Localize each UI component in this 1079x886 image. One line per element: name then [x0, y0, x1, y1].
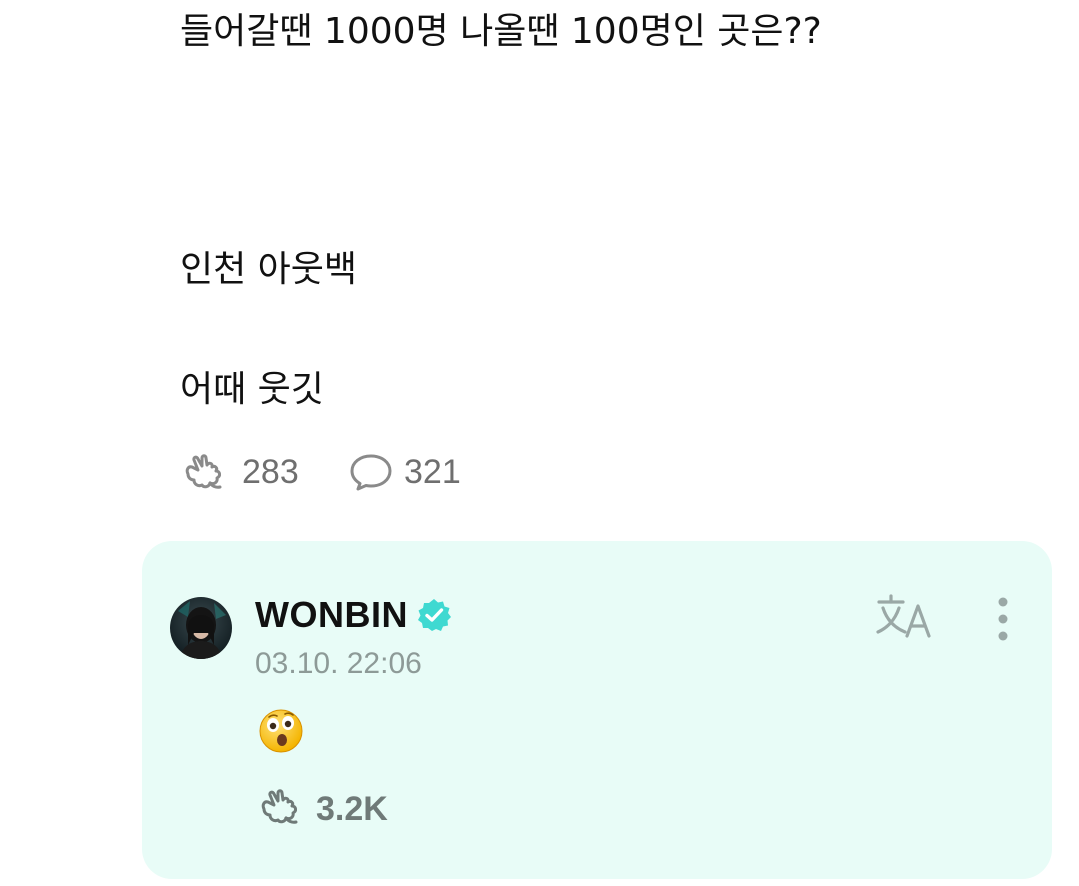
more-options-button[interactable] [990, 597, 1016, 645]
reply-like-count: 3.2K [316, 789, 388, 828]
author-row: WONBIN [255, 593, 454, 637]
comment-bubble-icon [348, 452, 396, 492]
translate-button[interactable] [874, 593, 936, 643]
post-like-button[interactable]: 283 [182, 452, 348, 492]
avatar[interactable] [170, 597, 232, 659]
reply-like-button[interactable]: 3.2K [258, 789, 388, 829]
verified-badge-icon [416, 596, 454, 634]
more-vertical-icon [997, 596, 1009, 646]
reply-timestamp: 03.10. 22:06 [255, 647, 422, 680]
post-stats: 283 321 [182, 452, 461, 492]
like-hand-icon [182, 452, 230, 492]
artist-reply-card: WONBIN 03.10. 22:06 3.2K [142, 541, 1052, 879]
author-name[interactable]: WONBIN [255, 594, 408, 636]
post-text-line-1: 들어갈땐 1000명 나올땐 100명인 곳은?? [180, 11, 822, 52]
post-comment-count: 321 [404, 453, 461, 491]
astonished-face-emoji [257, 707, 305, 755]
post-text-line-2: 인천 아웃백 [180, 249, 358, 290]
post-like-count: 283 [242, 453, 299, 491]
post-text-line-3: 어때 웃깃 [180, 369, 324, 410]
post-comment-button[interactable]: 321 [348, 452, 461, 492]
translate-icon [875, 592, 935, 644]
like-hand-icon [258, 787, 304, 831]
